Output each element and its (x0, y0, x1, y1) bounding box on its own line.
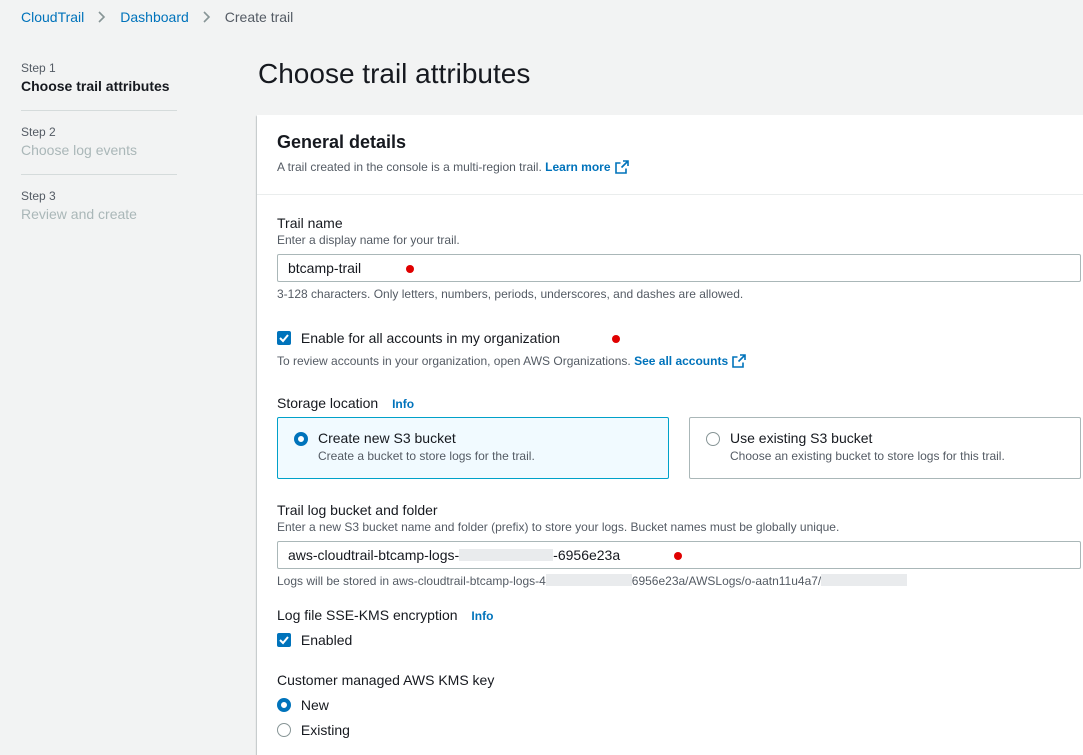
wizard-step-1: Step 1 Choose trail attributes (21, 60, 177, 111)
external-link-icon (732, 354, 746, 372)
step-number: Step 1 (21, 61, 56, 75)
organization-hint: To review accounts in your organization,… (277, 353, 1081, 372)
organization-field: Enable for all accounts in my organizati… (277, 329, 1081, 372)
kms-option-existing[interactable]: Existing (277, 721, 1081, 739)
sse-kms-enabled-checkbox[interactable] (277, 633, 291, 647)
red-marker-dot (612, 335, 620, 343)
kms-existing-label[interactable]: Existing (301, 722, 350, 738)
storage-location-label-row: Storage location Info (277, 394, 1081, 413)
step-title: Choose log events (21, 142, 137, 158)
trail-name-constraint: 3-128 characters. Only letters, numbers,… (277, 287, 744, 301)
sse-kms-field: Log file SSE-KMS encryption Info Enabled (277, 606, 1081, 649)
kms-key-field: Customer managed AWS KMS key New Existin… (277, 671, 1081, 739)
wizard-step-2: Step 2 Choose log events (21, 124, 177, 175)
kms-existing-radio[interactable] (277, 723, 291, 737)
storage-location-field: Storage location Info (277, 394, 1081, 413)
trail-name-input[interactable]: btcamp-trail (277, 254, 1081, 282)
tile-title: Use existing S3 bucket (730, 430, 873, 446)
step-title: Choose trail attributes (21, 78, 170, 94)
sse-kms-info-link[interactable]: Info (471, 609, 493, 623)
create-new-bucket-radio[interactable] (294, 432, 308, 446)
bucket-input[interactable]: aws-cloudtrail-btcamp-logs- -6956e23a (277, 541, 1081, 569)
bucket-field: Trail log bucket and folder Enter a new … (277, 501, 1081, 589)
panel-description-text: A trail created in the console is a mult… (277, 160, 542, 174)
see-all-accounts-link[interactable]: See all accounts (634, 354, 746, 368)
general-details-panel: General details A trail created in the c… (257, 115, 1083, 755)
use-existing-bucket-tile[interactable]: Use existing S3 bucket Choose an existin… (689, 417, 1081, 479)
trail-name-description: Enter a display name for your trail. (277, 233, 460, 247)
create-new-bucket-tile[interactable]: Create new S3 bucket Create a bucket to … (277, 417, 669, 479)
learn-more-link[interactable]: Learn more (545, 160, 629, 174)
tile-title: Create new S3 bucket (318, 430, 456, 446)
kms-option-new[interactable]: New (277, 696, 1081, 714)
kms-new-label[interactable]: New (301, 697, 329, 713)
step-number: Step 3 (21, 189, 56, 203)
storage-tiles: Create new S3 bucket Create a bucket to … (277, 417, 1081, 479)
trail-name-field: Trail name Enter a display name for your… (277, 214, 1081, 302)
tile-description: Create a bucket to store logs for the tr… (318, 449, 535, 463)
tile-description: Choose an existing bucket to store logs … (730, 449, 1005, 463)
bucket-path-prefix: Logs will be stored in aws-cloudtrail-bt… (277, 574, 546, 588)
page-title: Choose trail attributes (258, 58, 531, 89)
organization-checkbox[interactable] (277, 331, 291, 345)
redacted-segment (545, 574, 632, 586)
bucket-path-middle: 6956e23a/AWSLogs/o-aatn11u4a7/ (631, 574, 822, 588)
storage-location-label: Storage location (277, 395, 379, 411)
sse-kms-enabled-label[interactable]: Enabled (301, 632, 352, 648)
wizard-steps: Step 1 Choose trail attributes Step 2 Ch… (21, 60, 177, 251)
breadcrumb: CloudTrail Dashboard Create trail (21, 9, 293, 25)
use-existing-bucket-radio[interactable] (706, 432, 720, 446)
kms-new-radio[interactable] (277, 698, 291, 712)
breadcrumb-current: Create trail (224, 9, 294, 25)
wizard-step-3: Step 3 Review and create (21, 188, 177, 238)
redacted-segment (459, 549, 554, 561)
chevron-right-icon (203, 11, 211, 23)
red-marker-dot (674, 552, 682, 560)
bucket-value-prefix: aws-cloudtrail-btcamp-logs- (288, 547, 460, 563)
bucket-storage-path: Logs will be stored in aws-cloudtrail-bt… (277, 573, 1081, 589)
panel-description: A trail created in the console is a mult… (277, 159, 1067, 178)
storage-info-link[interactable]: Info (392, 397, 414, 411)
breadcrumb-link-cloudtrail[interactable]: CloudTrail (21, 9, 84, 25)
sse-kms-label-row: Log file SSE-KMS encryption Info (277, 606, 1081, 625)
bucket-description: Enter a new S3 bucket name and folder (p… (277, 520, 840, 534)
organization-hint-text: To review accounts in your organization,… (277, 354, 631, 368)
trail-name-value: btcamp-trail (288, 260, 362, 276)
step-title: Review and create (21, 206, 137, 222)
trail-name-label: Trail name (277, 215, 343, 231)
bucket-value-suffix: -6956e23a (553, 547, 621, 563)
kms-key-label: Customer managed AWS KMS key (277, 672, 495, 688)
red-marker-dot (406, 265, 414, 273)
external-link-icon (614, 160, 629, 178)
organization-checkbox-label[interactable]: Enable for all accounts in my organizati… (301, 330, 560, 346)
panel-header: General details A trail created in the c… (257, 115, 1083, 195)
bucket-label: Trail log bucket and folder (277, 502, 438, 518)
breadcrumb-link-dashboard[interactable]: Dashboard (120, 9, 189, 25)
step-number: Step 2 (21, 125, 56, 139)
panel-title: General details (277, 132, 407, 152)
redacted-segment (821, 574, 908, 586)
chevron-right-icon (98, 11, 106, 23)
sse-kms-label: Log file SSE-KMS encryption (277, 607, 458, 623)
